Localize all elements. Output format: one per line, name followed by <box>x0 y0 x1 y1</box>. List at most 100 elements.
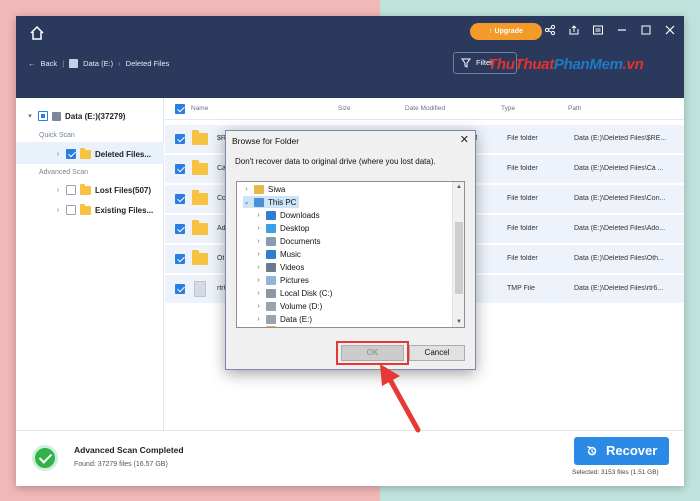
row-checkbox[interactable] <box>175 284 185 294</box>
cell-name: Ot <box>217 255 225 262</box>
cell-path: Data (E:)\Deleted Files\Ado... <box>574 225 666 232</box>
maximize-icon[interactable] <box>640 24 652 36</box>
existing-files-checkbox[interactable] <box>66 205 76 215</box>
column-type[interactable]: Type <box>501 105 515 112</box>
tree-item-label: Downloads <box>280 210 320 220</box>
chevron-down-icon[interactable]: ▾ <box>26 112 34 120</box>
column-size[interactable]: Size <box>338 105 351 112</box>
chevron-down-icon[interactable]: ⌄ <box>243 198 250 206</box>
annotation-arrow-icon <box>380 364 421 433</box>
folder-icon <box>80 147 91 159</box>
chevron-right-icon[interactable]: › <box>255 316 262 323</box>
download-arrow-icon <box>266 210 276 220</box>
scroll-up-icon[interactable]: ▲ <box>453 182 464 192</box>
row-checkbox[interactable] <box>175 254 185 264</box>
chevron-right-icon[interactable]: › <box>255 238 262 245</box>
chevron-right-icon[interactable]: › <box>255 225 262 232</box>
dialog-close-icon[interactable]: ✕ <box>460 133 469 146</box>
recover-label: Recover <box>606 443 658 458</box>
chevron-right-icon[interactable]: › <box>243 186 250 193</box>
export-icon[interactable] <box>568 24 580 36</box>
system-drive-icon <box>266 288 276 298</box>
window-controls <box>544 24 676 36</box>
dialog-title: Browse for Folder <box>232 136 300 146</box>
watermark-part2: PhanMem <box>553 56 623 73</box>
quick-scan-heading: Quick Scan <box>39 132 75 139</box>
chevron-right-icon[interactable]: › <box>54 151 62 158</box>
desktop-icon <box>266 223 276 233</box>
tree-item-label: Pictures <box>280 275 309 285</box>
cell-path: Data (E:)\Deleted Files\Con... <box>574 195 666 202</box>
column-date[interactable]: Date Modified <box>405 105 445 112</box>
tree-item[interactable]: › Pictures <box>255 274 309 286</box>
sidebar-item-deleted-files[interactable]: › Deleted Files... <box>54 147 151 161</box>
cell-type: File folder <box>507 195 538 202</box>
sidebar: ▾ Data (E:)(37279) Quick Scan › Deleted … <box>16 98 164 430</box>
chevron-right-icon[interactable]: › <box>255 303 262 310</box>
sidebar-item-lost-files[interactable]: › Lost Files(507) <box>54 183 151 197</box>
tree-item[interactable]: › Siwa <box>243 183 285 195</box>
tree-item[interactable]: › Local Disk (C:) <box>255 287 332 299</box>
close-icon[interactable] <box>664 24 676 36</box>
tree-item[interactable]: › Downloads <box>255 209 320 221</box>
tree-item-label: Desktop <box>280 223 310 233</box>
breadcrumb-folder[interactable]: Deleted Files <box>126 59 170 68</box>
folder-icon <box>266 325 276 327</box>
scrollbar-thumb[interactable] <box>455 222 463 294</box>
cell-type: File folder <box>507 135 538 142</box>
column-path[interactable]: Path <box>568 105 581 112</box>
deleted-files-checkbox[interactable] <box>66 149 76 159</box>
tree-item-label: Siwa <box>268 184 286 194</box>
column-name[interactable]: Name <box>191 105 208 112</box>
check-circle-icon <box>32 445 58 471</box>
tree-item-label: Documents <box>280 236 321 246</box>
row-checkbox[interactable] <box>175 224 185 234</box>
computer-icon <box>254 197 264 207</box>
row-checkbox[interactable] <box>175 134 185 144</box>
pictures-icon <box>266 275 276 285</box>
chevron-right-icon[interactable]: › <box>255 277 262 284</box>
chevron-right-icon[interactable]: › <box>255 251 262 258</box>
folder-icon <box>192 160 208 175</box>
watermark-logo: ThuThuatPhanMem.vn <box>488 56 644 73</box>
root-checkbox[interactable] <box>38 111 48 121</box>
lost-files-checkbox[interactable] <box>66 185 76 195</box>
share-icon[interactable] <box>544 24 556 36</box>
breadcrumb-drive[interactable]: Data (E:) <box>83 59 113 68</box>
music-note-icon <box>266 249 276 259</box>
row-checkbox[interactable] <box>175 164 185 174</box>
folder-icon <box>192 250 208 265</box>
chevron-right-icon[interactable]: › <box>54 187 62 194</box>
chevron-right-icon[interactable]: › <box>54 207 62 214</box>
back-arrow-icon[interactable]: ← <box>28 59 36 68</box>
tree-item[interactable]: ⌄ This PC <box>243 196 300 208</box>
home-icon[interactable] <box>28 24 46 42</box>
sidebar-root-label: Data (E:)(37279) <box>65 111 126 121</box>
tree-item[interactable]: › Desktop <box>255 222 309 234</box>
sidebar-deleted-files-label: Deleted Files... <box>95 149 152 159</box>
sidebar-item-existing-files[interactable]: › Existing Files... <box>54 203 153 217</box>
chevron-right-icon[interactable]: › <box>255 290 262 297</box>
drive-icon <box>52 111 61 121</box>
tree-item[interactable]: › Music <box>255 248 301 260</box>
minimize-icon[interactable] <box>616 24 628 36</box>
sidebar-item-root[interactable]: ▾ Data (E:)(37279) <box>26 109 125 123</box>
tree-scrollbar[interactable]: ▲ ▼ <box>452 182 464 327</box>
recover-button[interactable]: Recover <box>574 437 669 465</box>
back-link[interactable]: Back <box>41 59 58 68</box>
cell-path: Data (E:)\Deleted Files\Cà ... <box>574 165 664 172</box>
select-all-checkbox[interactable] <box>175 104 185 114</box>
tree-item[interactable]: › Videos <box>255 261 304 273</box>
tree-item-label: This PC <box>268 197 297 207</box>
chevron-right-icon[interactable]: › <box>255 264 262 271</box>
upgrade-button[interactable]: ↑ Upgrade <box>470 23 542 40</box>
row-checkbox[interactable] <box>175 194 185 204</box>
chevron-right-icon[interactable]: › <box>255 212 262 219</box>
upgrade-label: Upgrade <box>494 28 523 35</box>
tree-item[interactable]: › Documents <box>255 235 320 247</box>
menu-icon[interactable] <box>592 24 604 36</box>
scroll-down-icon[interactable]: ▼ <box>453 317 464 327</box>
status-bar: Advanced Scan Completed Found: 37279 fil… <box>16 430 684 486</box>
tree-item[interactable]: › Volume (D:) <box>255 300 322 312</box>
tree-item[interactable]: Dama <box>255 324 301 327</box>
